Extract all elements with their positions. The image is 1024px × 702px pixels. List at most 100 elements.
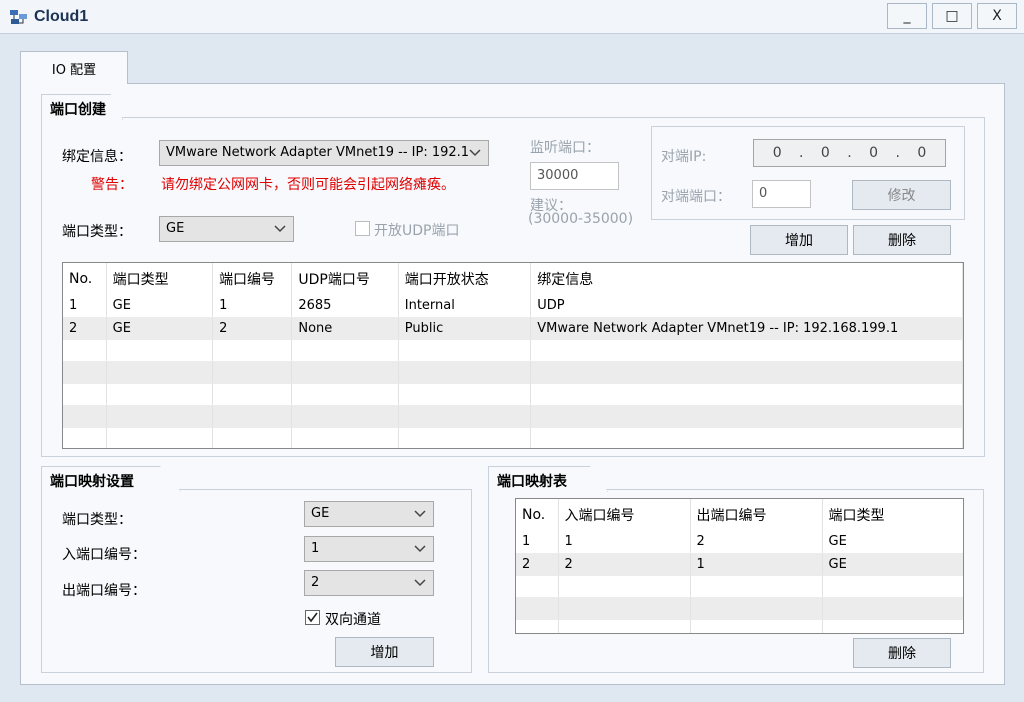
column-header[interactable]: 端口编号	[212, 263, 293, 295]
tab-label: IO 配置	[51, 62, 97, 78]
in-port-select[interactable]: 1	[304, 536, 434, 562]
table-cell: 2685	[291, 295, 399, 318]
map-port-type-label: 端口类型：	[62, 512, 132, 528]
column-header[interactable]: 端口开放状态	[398, 263, 532, 295]
add-port-button-label: 增加	[785, 233, 813, 249]
add-mapping-button[interactable]: 增加	[335, 637, 434, 667]
modify-button[interactable]: 修改	[852, 180, 951, 210]
table-cell: 1	[690, 553, 823, 576]
maximize-button[interactable]: □	[932, 3, 972, 29]
close-button[interactable]: X	[977, 3, 1017, 29]
port-type-value: GE	[166, 221, 185, 236]
listen-port-input[interactable]: 30000	[530, 162, 619, 190]
empty-row	[516, 619, 963, 633]
bidirectional-label: 双向通道	[325, 612, 381, 628]
open-udp-label: 开放UDP端口	[374, 223, 460, 239]
table-cell: 2	[63, 317, 107, 340]
map-port-type-value: GE	[311, 506, 330, 521]
column-header[interactable]: No.	[516, 499, 559, 531]
chevron-down-icon	[414, 545, 426, 553]
column-header[interactable]: 入端口编号	[558, 499, 691, 531]
close-icon: X	[992, 8, 1002, 24]
cloud-config-window: Cloud1 _ □ X IO 配置 端口创建 绑定信息： VMware Net…	[0, 0, 1024, 702]
minimize-icon: _	[903, 8, 911, 24]
out-port-value: 2	[311, 575, 320, 590]
peer-port-input[interactable]: 0	[752, 180, 811, 208]
table-cell: 1	[63, 295, 107, 318]
empty-row	[63, 383, 963, 406]
empty-row	[63, 361, 963, 384]
peer-ip-octet: 0	[869, 145, 879, 161]
column-header[interactable]: No.	[63, 263, 107, 295]
port-type-select[interactable]: GE	[159, 216, 294, 242]
port-table[interactable]: No. 端口类型 端口编号 UDP端口号 端口开放状态 绑定信息 1 GE 1 …	[62, 262, 964, 449]
open-udp-checkbox[interactable]	[355, 221, 370, 236]
out-port-label: 出端口编号：	[62, 583, 146, 599]
binding-select[interactable]: VMware Network Adapter VMnet19 -- IP: 19…	[159, 140, 489, 166]
tab-io-config[interactable]: IO 配置	[20, 51, 128, 84]
column-header[interactable]: 出端口编号	[690, 499, 823, 531]
suggest-range: (30000-35000)	[528, 211, 634, 227]
table-cell: 1	[558, 531, 691, 554]
table-header-row: No. 入端口编号 出端口编号 端口类型	[516, 499, 963, 531]
delete-port-button[interactable]: 删除	[853, 225, 951, 255]
table-cell: 2	[212, 317, 293, 340]
port-mapping-settings-title: 端口映射设置	[41, 466, 181, 492]
peer-ip-octet: 0	[917, 145, 927, 161]
table-cell: UDP	[530, 295, 963, 318]
table-cell: GE	[106, 295, 214, 318]
column-header[interactable]: 绑定信息	[530, 263, 963, 295]
table-row[interactable]: 1 GE 1 2685 Internal UDP	[63, 295, 963, 318]
empty-row	[63, 405, 963, 428]
window-title: Cloud1	[34, 8, 89, 25]
empty-row	[63, 339, 963, 362]
table-cell: 1	[212, 295, 293, 318]
table-cell: Public	[398, 317, 532, 340]
table-cell: GE	[822, 553, 963, 576]
table-cell: GE	[822, 531, 963, 554]
table-cell: 2	[516, 553, 559, 576]
maximize-icon: □	[945, 8, 959, 24]
peer-port-label: 对端端口：	[661, 189, 731, 205]
empty-row	[516, 575, 963, 598]
table-cell: None	[291, 317, 399, 340]
table-cell: VMware Network Adapter VMnet19 -- IP: 19…	[530, 317, 963, 340]
table-cell: 2	[558, 553, 691, 576]
table-cell: 1	[516, 531, 559, 554]
mapping-table[interactable]: No. 入端口编号 出端口编号 端口类型 1 1 2 GE 2 2 1 GE	[515, 498, 964, 634]
bidirectional-checkbox[interactable]	[305, 610, 320, 625]
table-cell: 2	[690, 531, 823, 554]
empty-row	[516, 597, 963, 620]
table-row[interactable]: 2 2 1 GE	[516, 553, 963, 576]
port-create-title: 端口创建	[41, 94, 123, 120]
delete-mapping-button-label: 删除	[888, 646, 916, 662]
binding-label: 绑定信息：	[62, 149, 132, 165]
peer-ip-octet: 0	[820, 145, 830, 161]
cloud-app-icon	[10, 10, 27, 24]
in-port-label: 入端口编号：	[62, 547, 146, 563]
out-port-select[interactable]: 2	[304, 570, 434, 596]
table-header-row: No. 端口类型 端口编号 UDP端口号 端口开放状态 绑定信息	[63, 263, 963, 295]
delete-port-button-label: 删除	[888, 233, 916, 249]
listen-port-label: 监听端口：	[530, 140, 600, 156]
binding-value: VMware Network Adapter VMnet19 -- IP: 19…	[166, 145, 470, 160]
peer-ip-label: 对端IP:	[661, 149, 707, 165]
map-port-type-select[interactable]: GE	[304, 501, 434, 527]
table-cell: GE	[106, 317, 214, 340]
add-mapping-button-label: 增加	[370, 645, 399, 661]
table-row[interactable]: 1 1 2 GE	[516, 531, 963, 554]
column-header[interactable]: 端口类型	[822, 499, 963, 531]
title-bar[interactable]: Cloud1 _ □ X	[0, 0, 1024, 34]
in-port-value: 1	[311, 541, 320, 556]
chevron-down-icon	[469, 149, 481, 157]
add-port-button[interactable]: 增加	[750, 225, 848, 255]
column-header[interactable]: UDP端口号	[291, 263, 399, 295]
peer-ip-input[interactable]: 0. 0. 0. 0	[753, 139, 946, 167]
modify-button-label: 修改	[887, 188, 916, 204]
port-type-label: 端口类型：	[62, 224, 132, 240]
minimize-button[interactable]: _	[887, 3, 927, 29]
delete-mapping-button[interactable]: 删除	[853, 638, 951, 668]
column-header[interactable]: 端口类型	[106, 263, 214, 295]
table-row[interactable]: 2 GE 2 None Public VMware Network Adapte…	[63, 317, 963, 340]
chevron-down-icon	[414, 510, 426, 518]
